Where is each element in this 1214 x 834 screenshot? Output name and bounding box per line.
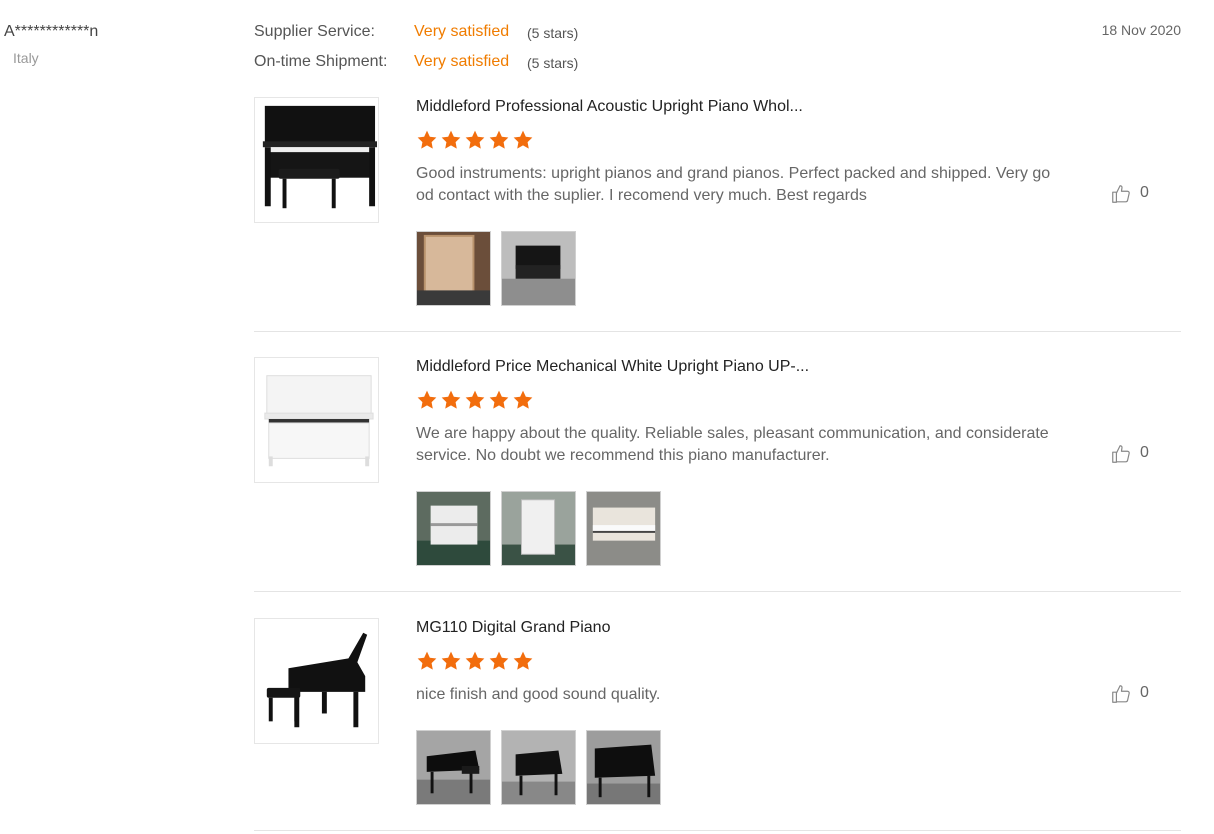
review-photo[interactable]: [416, 231, 491, 306]
review-photo[interactable]: [416, 491, 491, 566]
buyer-country: Italy: [13, 50, 39, 66]
star-icon: [512, 389, 534, 411]
thumbs-up-icon: [1110, 183, 1132, 205]
product-thumbnail[interactable]: [254, 357, 379, 483]
review-photo[interactable]: [501, 491, 576, 566]
star-icon: [440, 650, 462, 672]
divider: [254, 331, 1181, 332]
rating-label: Supplier Service:: [254, 23, 375, 40]
star-icon: [488, 129, 510, 151]
review-photo[interactable]: [501, 730, 576, 805]
star-icon: [464, 389, 486, 411]
review-photo[interactable]: [586, 730, 661, 805]
star-icon: [440, 129, 462, 151]
product-thumbnail[interactable]: [254, 618, 379, 744]
star-icon: [512, 650, 534, 672]
rating-value: Very satisfied: [414, 23, 510, 40]
star-rating: [416, 389, 536, 411]
star-icon: [464, 129, 486, 151]
review-text: Good instruments: upright pianos and gra…: [416, 165, 1051, 204]
review-text: nice finish and good sound quality.: [416, 686, 661, 703]
buyer-name: A************n: [4, 23, 99, 40]
review-date: 18 Nov 2020: [1101, 22, 1181, 38]
product-title[interactable]: MG110 Digital Grand Piano: [416, 618, 610, 638]
star-icon: [440, 389, 462, 411]
product-thumbnail[interactable]: [254, 97, 379, 223]
rating-stars-text: (5 stars): [527, 55, 579, 71]
star-icon: [464, 650, 486, 672]
like-count: 0: [1140, 184, 1149, 201]
star-icon: [488, 650, 510, 672]
thumbs-up-icon: [1110, 683, 1132, 705]
thumbs-up-icon: [1110, 443, 1132, 465]
like-count: 0: [1140, 684, 1149, 701]
like-count: 0: [1140, 444, 1149, 461]
star-icon: [416, 389, 438, 411]
product-title[interactable]: Middleford Professional Acoustic Upright…: [416, 97, 803, 117]
star-rating: [416, 129, 536, 151]
review-photo[interactable]: [416, 730, 491, 805]
rating-value: Very satisfied: [414, 53, 510, 70]
product-title[interactable]: Middleford Price Mechanical White Uprigh…: [416, 357, 809, 377]
divider: [254, 830, 1181, 831]
star-icon: [416, 129, 438, 151]
star-icon: [512, 129, 534, 151]
star-icon: [488, 389, 510, 411]
divider: [254, 591, 1181, 592]
review-text: We are happy about the quality. Reliable…: [416, 425, 1049, 464]
review-photo[interactable]: [501, 231, 576, 306]
review-photo[interactable]: [586, 491, 661, 566]
rating-stars-text: (5 stars): [527, 25, 579, 41]
star-icon: [416, 650, 438, 672]
rating-label: On-time Shipment:: [254, 53, 388, 70]
star-rating: [416, 650, 536, 672]
